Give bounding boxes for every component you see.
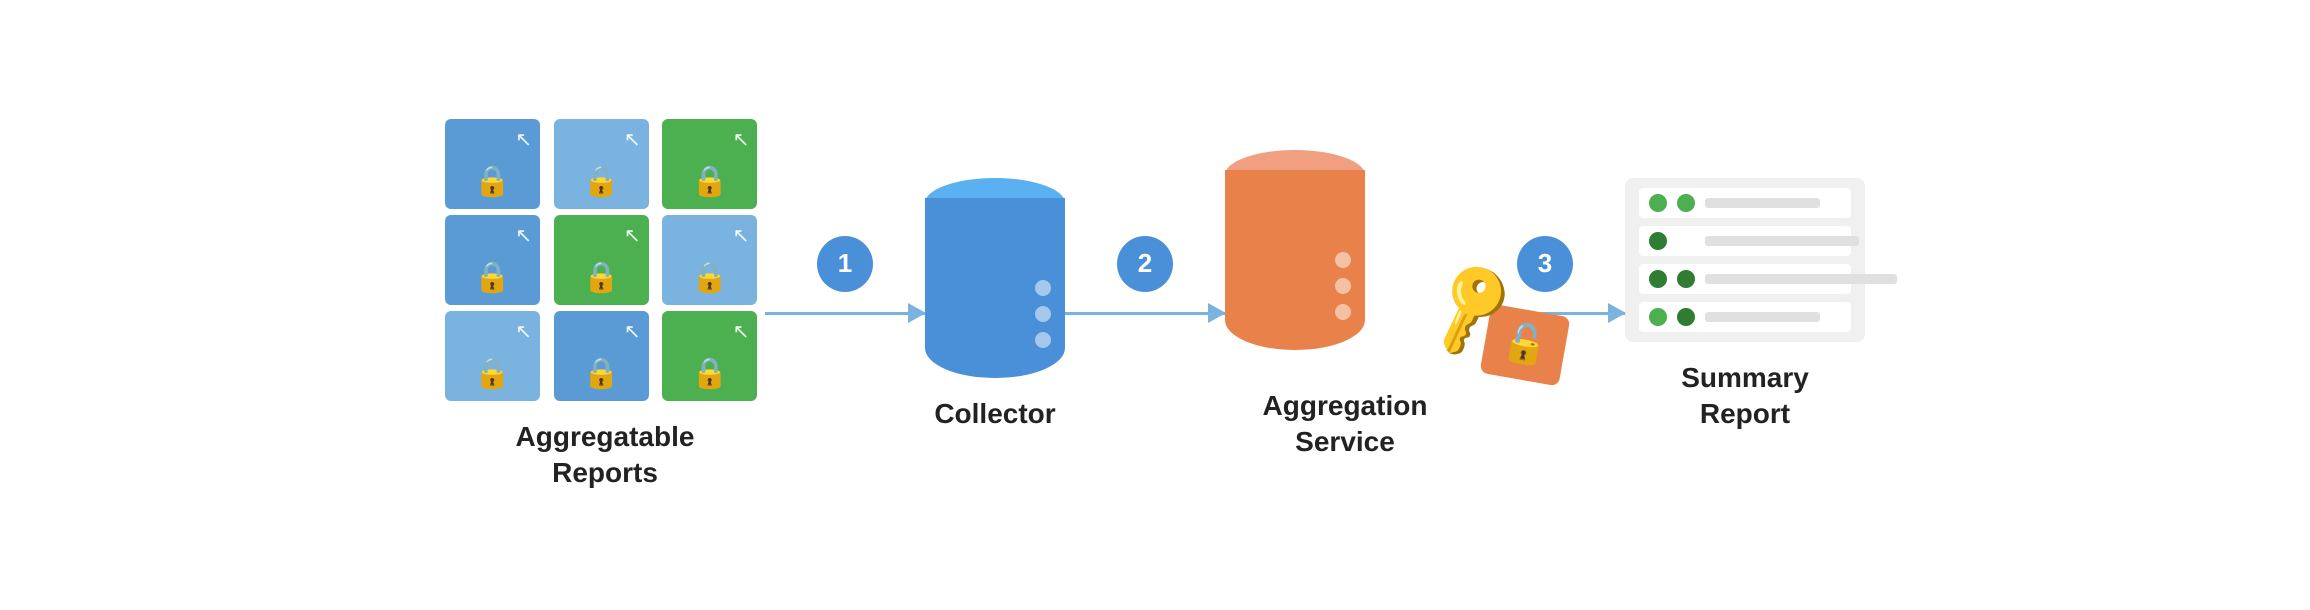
- summary-dot: [1677, 270, 1695, 288]
- lock-icon: 🔒: [691, 356, 728, 391]
- summary-report-label: SummaryReport: [1681, 360, 1809, 433]
- collector-cylinder: [925, 178, 1065, 378]
- cursor-icon: ↖: [515, 127, 532, 152]
- lock-icon: 🔒: [691, 164, 728, 199]
- lock-icon: 🔒: [582, 164, 619, 199]
- cylinder-dot: [1335, 278, 1351, 294]
- report-card: ↖ 🔒: [554, 311, 649, 401]
- cursor-icon: ↖: [515, 319, 532, 344]
- summary-row: [1639, 302, 1851, 332]
- aggregation-service-node: 🔑 🔓 AggregationService: [1225, 150, 1465, 461]
- summary-dot: [1677, 194, 1695, 212]
- summary-bar: [1705, 274, 1897, 284]
- cylinder-body: [1225, 170, 1365, 350]
- arrow-line-2: [1065, 312, 1225, 315]
- arrow-line-1: [765, 312, 925, 315]
- cylinder-body: [925, 198, 1065, 378]
- arrow-1: [765, 312, 925, 315]
- cylinder-dots: [1035, 280, 1051, 348]
- aggregation-service-label: AggregationService: [1263, 388, 1428, 461]
- summary-bar: [1705, 236, 1859, 246]
- connector-1: 1: [765, 236, 925, 375]
- cylinder-dots: [1335, 252, 1351, 320]
- report-card: ↖ 🔒: [445, 215, 540, 305]
- summary-dot: [1649, 232, 1667, 250]
- cylinder-dot: [1035, 332, 1051, 348]
- summary-dot: [1677, 308, 1695, 326]
- lock-icon: 🔒: [582, 260, 619, 295]
- summary-row: [1639, 188, 1851, 218]
- cylinder-dot: [1335, 304, 1351, 320]
- summary-row: [1639, 264, 1851, 294]
- diagram: ↖ 🔒 ↖ 🔒 ↖ 🔒 ↖ 🔒 ↖ 🔒 ↖ 🔒: [0, 0, 2310, 610]
- report-card: ↖ 🔒: [662, 119, 757, 209]
- report-card: ↖ 🔒: [445, 311, 540, 401]
- cursor-icon: ↖: [515, 223, 532, 248]
- cylinder-dot: [1035, 280, 1051, 296]
- lock-icon: 🔒: [474, 260, 511, 295]
- lock-icon: 🔒: [582, 356, 619, 391]
- summary-dot: [1649, 308, 1667, 326]
- step-1-circle: 1: [817, 236, 873, 292]
- cylinder-dot: [1335, 252, 1351, 268]
- summary-report-node: SummaryReport: [1625, 178, 1865, 433]
- lock-icon: 🔒: [474, 356, 511, 391]
- summary-bar: [1705, 198, 1820, 208]
- summary-dot: [1649, 194, 1667, 212]
- cylinder-dot: [1035, 306, 1051, 322]
- cursor-icon: ↖: [624, 127, 641, 152]
- collector-node: Collector: [925, 178, 1065, 432]
- cursor-icon: ↖: [624, 223, 641, 248]
- cursor-icon: ↖: [624, 319, 641, 344]
- summary-row: [1639, 226, 1851, 256]
- report-card: ↖ 🔒: [554, 215, 649, 305]
- aggregation-service-wrapper: 🔑 🔓: [1225, 150, 1465, 370]
- summary-dot: [1649, 270, 1667, 288]
- report-card: ↖ 🔒: [445, 119, 540, 209]
- collector-label: Collector: [934, 396, 1055, 432]
- reports-grid: ↖ 🔒 ↖ 🔒 ↖ 🔒 ↖ 🔒 ↖ 🔒 ↖ 🔒: [445, 119, 765, 401]
- cursor-icon: ↖: [733, 319, 750, 344]
- cursor-icon: ↖: [733, 223, 750, 248]
- report-card: ↖ 🔒: [554, 119, 649, 209]
- lock-icon: 🔒: [474, 164, 511, 199]
- aggregatable-reports-label: AggregatableReports: [516, 419, 695, 492]
- summary-bar: [1705, 312, 1820, 322]
- report-card: ↖ 🔒: [662, 311, 757, 401]
- lock-icon: 🔒: [691, 260, 728, 295]
- step-3-circle: 3: [1517, 236, 1573, 292]
- aggregatable-reports-node: ↖ 🔒 ↖ 🔒 ↖ 🔒 ↖ 🔒 ↖ 🔒 ↖ 🔒: [445, 119, 765, 492]
- summary-table: [1625, 178, 1865, 342]
- cursor-icon: ↖: [733, 127, 750, 152]
- aggregation-cylinder: [1225, 150, 1365, 350]
- step-2-circle: 2: [1117, 236, 1173, 292]
- report-card: ↖ 🔒: [662, 215, 757, 305]
- connector-2: 2: [1065, 236, 1225, 375]
- arrow-2: [1065, 312, 1225, 315]
